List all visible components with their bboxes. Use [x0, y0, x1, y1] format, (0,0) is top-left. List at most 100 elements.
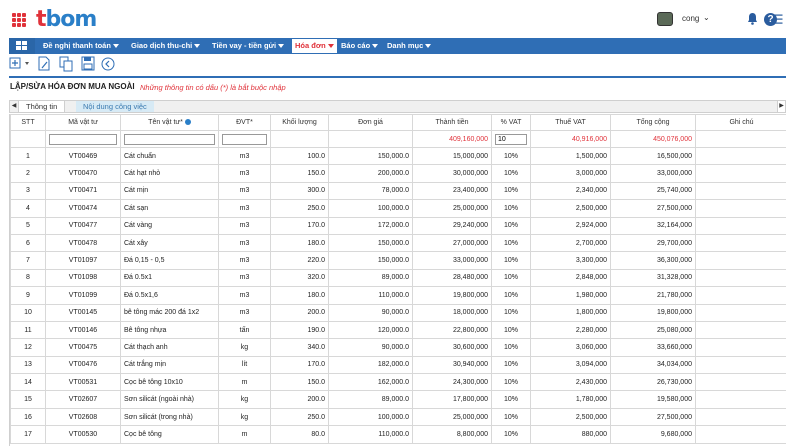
cell-vat-percent[interactable]: 10%: [491, 233, 531, 253]
table-row[interactable]: 10 VT00145 bê tông mác 200 đá 1x2 m3 200.0 90…: [10, 303, 786, 322]
cell-tong-cong[interactable]: 19,580,000: [610, 390, 696, 409]
cell-thanh-tien[interactable]: 22,800,000: [412, 320, 492, 340]
cell-dvt[interactable]: lít: [218, 355, 271, 375]
table-row[interactable]: 2 VT00470 Cát hạt nhỏ m3 150.0 200,000.0 30,00…: [10, 164, 786, 183]
table-row[interactable]: 13 VT00476 Cát trắng mịn lít 170.0 182,000.0 3…: [10, 355, 786, 375]
cell-thue-vat[interactable]: 1,800,000: [530, 303, 611, 322]
cell-dvt[interactable]: m3: [218, 303, 271, 322]
nav-item-bao-cao[interactable]: Báo cáo: [341, 38, 379, 54]
cell-vat-percent[interactable]: 10%: [491, 425, 531, 444]
cell-ma-vat-tu[interactable]: VT00531: [45, 373, 121, 392]
cell-don-gia[interactable]: 100,000.0: [328, 407, 413, 427]
cell-ma-vat-tu[interactable]: VT02607: [45, 390, 121, 409]
cell-dvt[interactable]: m3: [218, 164, 271, 183]
cell-thanh-tien[interactable]: 30,600,000: [412, 338, 492, 357]
cell-ten-vat-tu[interactable]: Đá 0,15 - 0,5: [120, 251, 219, 270]
cell-tong-cong[interactable]: 33,000,000: [610, 164, 696, 183]
cell-khoi-luong[interactable]: 320.0: [270, 268, 329, 288]
cell-thanh-tien[interactable]: 33,000,000: [412, 251, 492, 270]
cell-ghi-chu[interactable]: [695, 251, 786, 270]
cell-thue-vat[interactable]: 1,980,000: [530, 286, 611, 305]
filter-dvt-input[interactable]: [222, 133, 267, 145]
help-icon[interactable]: ?: [764, 13, 777, 26]
cell-don-gia[interactable]: 100,000.0: [328, 199, 413, 218]
save-icon[interactable]: [81, 56, 95, 72]
nav-home[interactable]: [9, 38, 35, 54]
cell-thanh-tien[interactable]: 30,000,000: [412, 164, 492, 183]
cell-ma-vat-tu[interactable]: VT00146: [45, 320, 121, 340]
cell-tong-cong[interactable]: 33,660,000: [610, 338, 696, 357]
cell-vat-percent[interactable]: 10%: [491, 338, 531, 357]
col-header-ghi-chu[interactable]: Ghi chú: [695, 114, 786, 131]
cell-tong-cong[interactable]: 25,740,000: [610, 181, 696, 201]
cell-ten-vat-tu[interactable]: Cát sạn: [120, 199, 219, 218]
cell-stt[interactable]: 6: [10, 233, 46, 253]
col-header-khoi-luong[interactable]: Khối lượng: [270, 114, 329, 131]
copy-document-icon[interactable]: [59, 56, 73, 72]
cell-ghi-chu[interactable]: [695, 268, 786, 288]
cell-khoi-luong[interactable]: 150.0: [270, 164, 329, 183]
cell-stt[interactable]: 13: [10, 355, 46, 375]
cell-thue-vat[interactable]: 2,340,000: [530, 181, 611, 201]
cell-ma-vat-tu[interactable]: VT00478: [45, 233, 121, 253]
cell-khoi-luong[interactable]: 170.0: [270, 355, 329, 375]
cell-stt[interactable]: 5: [10, 216, 46, 235]
cell-ten-vat-tu[interactable]: Cát vàng: [120, 216, 219, 235]
cell-ma-vat-tu[interactable]: VT00474: [45, 199, 121, 218]
cell-ten-vat-tu[interactable]: Cát chuẩn: [120, 146, 219, 166]
cell-ma-vat-tu[interactable]: VT00470: [45, 164, 121, 183]
cell-don-gia[interactable]: 110,000.0: [328, 286, 413, 305]
cell-ma-vat-tu[interactable]: VT01098: [45, 268, 121, 288]
cell-thue-vat[interactable]: 2,500,000: [530, 199, 611, 218]
col-header-thanh-tien[interactable]: Thành tiền: [412, 114, 492, 131]
cell-ten-vat-tu[interactable]: Cát trắng mịn: [120, 355, 219, 375]
cell-ghi-chu[interactable]: [695, 407, 786, 427]
cell-tong-cong[interactable]: 9,680,000: [610, 425, 696, 444]
cell-ten-vat-tu[interactable]: Cát hạt nhỏ: [120, 164, 219, 183]
cell-khoi-luong[interactable]: 150.0: [270, 373, 329, 392]
nav-item-de-nghi-thanh-toan[interactable]: Đề nghị thanh toán: [43, 38, 119, 54]
cell-stt[interactable]: 1: [10, 146, 46, 166]
cell-ten-vat-tu[interactable]: Cọc bê tông 10x10: [120, 373, 219, 392]
cell-stt[interactable]: 7: [10, 251, 46, 270]
cell-dvt[interactable]: m3: [218, 286, 271, 305]
cell-ghi-chu[interactable]: [695, 216, 786, 235]
tab-scroll-left-icon[interactable]: ◀: [10, 101, 18, 112]
filter-ten-vat-tu-input[interactable]: [124, 133, 215, 145]
cell-thanh-tien[interactable]: 8,800,000: [412, 425, 492, 444]
app-grid-icon[interactable]: [12, 13, 26, 27]
cell-thue-vat[interactable]: 880,000: [530, 425, 611, 444]
col-header-stt[interactable]: STT: [10, 114, 46, 131]
cell-ma-vat-tu[interactable]: VT01097: [45, 251, 121, 270]
table-row[interactable]: 7 VT01097 Đá 0,15 - 0,5 m3 220.0 150,000.0 33,…: [10, 251, 786, 270]
cell-ghi-chu[interactable]: [695, 425, 786, 444]
cell-ten-vat-tu[interactable]: Sơn silicát (ngoài nhà): [120, 390, 219, 409]
cell-khoi-luong[interactable]: 80.0: [270, 425, 329, 444]
col-header-don-gia[interactable]: Đơn giá: [328, 114, 413, 131]
cell-khoi-luong[interactable]: 300.0: [270, 181, 329, 201]
cell-thanh-tien[interactable]: 23,400,000: [412, 181, 492, 201]
cell-don-gia[interactable]: 200,000.0: [328, 164, 413, 183]
cell-dvt[interactable]: kg: [218, 338, 271, 357]
cell-ghi-chu[interactable]: [695, 338, 786, 357]
cell-don-gia[interactable]: 110,000.0: [328, 425, 413, 444]
cell-ghi-chu[interactable]: [695, 320, 786, 340]
cell-stt[interactable]: 2: [10, 164, 46, 183]
cell-vat-percent[interactable]: 10%: [491, 355, 531, 375]
nav-item-danh-muc[interactable]: Danh mục: [387, 38, 432, 54]
cell-tong-cong[interactable]: 16,500,000: [610, 146, 696, 166]
table-row[interactable]: 16 VT02608 Sơn silicát (trong nhà) kg 250.0 1…: [10, 407, 786, 427]
cell-dvt[interactable]: m3: [218, 199, 271, 218]
cell-don-gia[interactable]: 89,000.0: [328, 268, 413, 288]
cell-don-gia[interactable]: 172,000.0: [328, 216, 413, 235]
cell-ma-vat-tu[interactable]: VT00476: [45, 355, 121, 375]
cell-ghi-chu[interactable]: [695, 233, 786, 253]
back-icon[interactable]: [101, 56, 115, 72]
cell-thanh-tien[interactable]: 15,000,000: [412, 146, 492, 166]
table-row[interactable]: 11 VT00146 Bê tông nhựa tấn 190.0 120,000.0 22…: [10, 320, 786, 340]
cell-dvt[interactable]: m: [218, 425, 271, 444]
cell-ghi-chu[interactable]: [695, 303, 786, 322]
cell-stt[interactable]: 10: [10, 303, 46, 322]
table-row[interactable]: 14 VT00531 Cọc bê tông 10x10 m 150.0 162,000.…: [10, 373, 786, 392]
cell-vat-percent[interactable]: 10%: [491, 303, 531, 322]
